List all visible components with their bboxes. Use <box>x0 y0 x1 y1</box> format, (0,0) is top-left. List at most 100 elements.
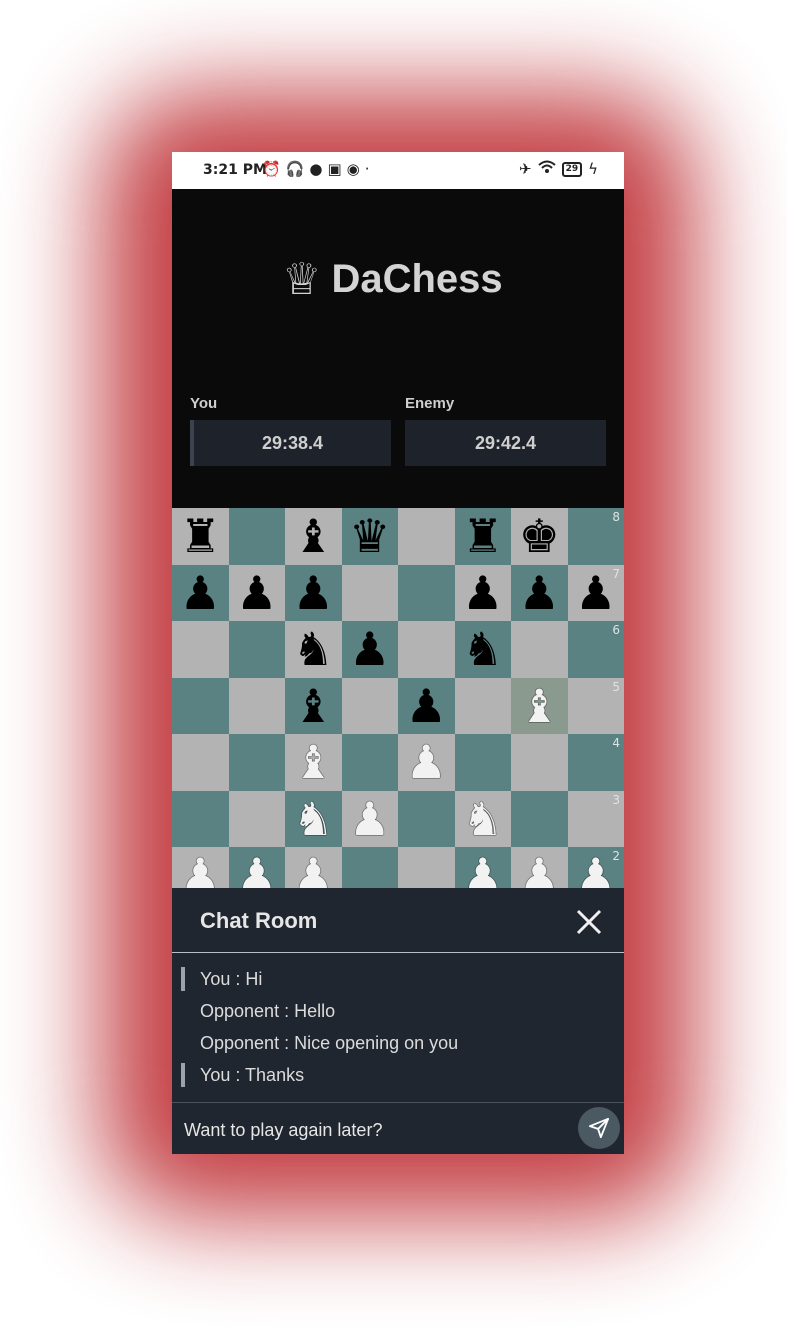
white-pawn-icon[interactable]: ♟ <box>406 739 447 785</box>
spotify-icon: ● <box>309 160 323 178</box>
square-b6[interactable] <box>228 621 285 678</box>
black-pawn-icon[interactable]: ♟ <box>406 683 447 729</box>
black-pawn-icon[interactable]: ♟ <box>575 570 616 616</box>
black-bishop-icon[interactable]: ♝ <box>293 513 334 559</box>
square-d3[interactable]: ♟ <box>341 790 398 847</box>
square-b5[interactable] <box>228 677 285 734</box>
rank-label: 8 <box>612 510 620 524</box>
square-h4[interactable]: 4 <box>567 734 624 791</box>
charging-icon: ϟ <box>588 160 598 178</box>
black-pawn-icon[interactable]: ♟ <box>293 570 334 616</box>
close-icon[interactable] <box>575 908 603 936</box>
square-f2[interactable]: ♟ <box>454 847 511 888</box>
black-knight-icon[interactable]: ♞ <box>462 626 503 672</box>
you-label: You <box>190 395 218 412</box>
app-logo: ♕ DaChess <box>282 257 503 302</box>
black-pawn-icon[interactable]: ♟ <box>519 570 560 616</box>
app-title: DaChess <box>331 257 503 301</box>
square-b3[interactable] <box>228 790 285 847</box>
square-f4[interactable] <box>454 734 511 791</box>
chat-message-input[interactable] <box>182 1113 566 1147</box>
square-e4[interactable]: ♟ <box>398 734 455 791</box>
square-d8[interactable]: ♛ <box>341 508 398 565</box>
white-pawn-icon[interactable]: ♟ <box>519 852 560 888</box>
square-h3[interactable]: 3 <box>567 790 624 847</box>
square-d6[interactable]: ♟ <box>341 621 398 678</box>
square-b2[interactable]: ♟ <box>228 847 285 888</box>
square-e2[interactable] <box>398 847 455 888</box>
black-queen-icon[interactable]: ♛ <box>349 513 390 559</box>
square-e3[interactable] <box>398 790 455 847</box>
you-timer: 29:38.4 <box>190 420 391 466</box>
square-g6[interactable] <box>511 621 568 678</box>
square-b4[interactable] <box>228 734 285 791</box>
white-bishop-icon[interactable]: ♝ <box>519 683 560 729</box>
square-a5[interactable] <box>172 677 229 734</box>
black-king-icon[interactable]: ♚ <box>519 513 560 559</box>
square-f8[interactable]: ♜ <box>454 508 511 565</box>
white-pawn-icon[interactable]: ♟ <box>462 852 503 888</box>
square-g7[interactable]: ♟ <box>511 564 568 621</box>
square-c4[interactable]: ♝ <box>285 734 342 791</box>
square-g3[interactable] <box>511 790 568 847</box>
square-a4[interactable] <box>172 734 229 791</box>
white-knight-icon[interactable]: ♞ <box>293 796 334 842</box>
white-pawn-icon[interactable]: ♟ <box>575 852 616 888</box>
black-rook-icon[interactable]: ♜ <box>180 513 221 559</box>
square-d7[interactable] <box>341 564 398 621</box>
square-f7[interactable]: ♟ <box>454 564 511 621</box>
white-pawn-icon[interactable]: ♟ <box>349 796 390 842</box>
square-d2[interactable] <box>341 847 398 888</box>
rank-label: 2 <box>612 849 620 863</box>
black-pawn-icon[interactable]: ♟ <box>236 570 277 616</box>
chat-messages: You : Hi Opponent : Hello Opponent : Nice … <box>172 963 624 1091</box>
square-h7[interactable]: ♟ 7 <box>567 564 624 621</box>
square-g2[interactable]: ♟ <box>511 847 568 888</box>
square-e6[interactable] <box>398 621 455 678</box>
square-e7[interactable] <box>398 564 455 621</box>
square-f3[interactable]: ♞ <box>454 790 511 847</box>
square-a8[interactable]: ♜ <box>172 508 229 565</box>
square-d4[interactable] <box>341 734 398 791</box>
square-c6[interactable]: ♞ <box>285 621 342 678</box>
white-pawn-icon[interactable]: ♟ <box>180 852 221 888</box>
square-a2[interactable]: ♟ <box>172 847 229 888</box>
send-button[interactable] <box>578 1107 620 1149</box>
enemy-timer: 29:42.4 <box>405 420 606 466</box>
square-g5[interactable]: ♝ <box>511 677 568 734</box>
square-g8[interactable]: ♚ <box>511 508 568 565</box>
white-knight-icon[interactable]: ♞ <box>462 796 503 842</box>
square-f6[interactable]: ♞ <box>454 621 511 678</box>
square-b8[interactable] <box>228 508 285 565</box>
square-c3[interactable]: ♞ <box>285 790 342 847</box>
square-c5[interactable]: ♝ <box>285 677 342 734</box>
black-pawn-icon[interactable]: ♟ <box>462 570 503 616</box>
square-c2[interactable]: ♟ <box>285 847 342 888</box>
square-h2[interactable]: ♟ 2 <box>567 847 624 888</box>
white-pawn-icon[interactable]: ♟ <box>236 852 277 888</box>
square-a7[interactable]: ♟ <box>172 564 229 621</box>
square-b7[interactable]: ♟ <box>228 564 285 621</box>
black-knight-icon[interactable]: ♞ <box>293 626 334 672</box>
black-pawn-icon[interactable]: ♟ <box>180 570 221 616</box>
square-f5[interactable] <box>454 677 511 734</box>
square-d5[interactable] <box>341 677 398 734</box>
square-e5[interactable]: ♟ <box>398 677 455 734</box>
square-h8[interactable]: 8 <box>567 508 624 565</box>
black-pawn-icon[interactable]: ♟ <box>349 626 390 672</box>
square-h5[interactable]: 5 <box>567 677 624 734</box>
square-e8[interactable] <box>398 508 455 565</box>
square-a6[interactable] <box>172 621 229 678</box>
square-g4[interactable] <box>511 734 568 791</box>
chess-board[interactable]: ♜ ♝ ♛ ♜ ♚ 8 ♟ ♟ ♟ ♟ ♟ ♟ 7 ♞ ♟ ♞ 6 ♝ ♟ ♝ 5 ♝ ♟ 4 ♞ ♟ ♞ 3 ♟ ♟ ♟ ♟ ♟ ♟ 2 <box>172 508 624 888</box>
square-c7[interactable]: ♟ <box>285 564 342 621</box>
black-rook-icon[interactable]: ♜ <box>462 513 503 559</box>
square-h6[interactable]: 6 <box>567 621 624 678</box>
chat-input-row <box>172 1102 624 1154</box>
black-bishop-icon[interactable]: ♝ <box>293 683 334 729</box>
white-pawn-icon[interactable]: ♟ <box>293 852 334 888</box>
white-bishop-icon[interactable]: ♝ <box>293 739 334 785</box>
dot-icon: · <box>364 160 370 178</box>
square-a3[interactable] <box>172 790 229 847</box>
square-c8[interactable]: ♝ <box>285 508 342 565</box>
